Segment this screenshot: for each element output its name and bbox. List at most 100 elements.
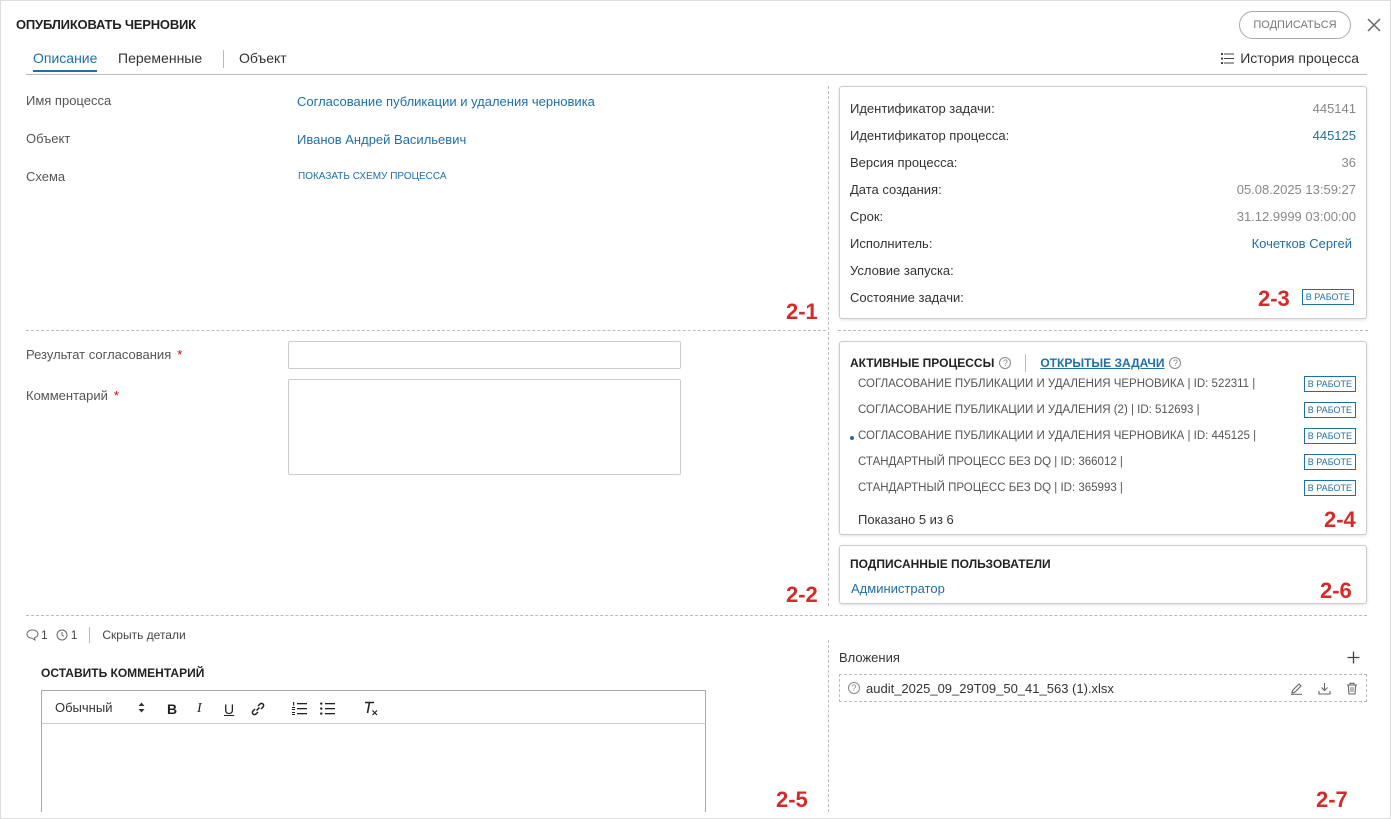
launch-condition-row: Условие запуска: xyxy=(850,263,1356,283)
dialog-title: ОПУБЛИКОВАТЬ ЧЕРНОВИК xyxy=(16,17,196,32)
comment-label: Комментарий * xyxy=(26,388,119,403)
section-divider-2 xyxy=(26,615,1367,616)
process-version-row: Версия процесса: 36 xyxy=(850,155,1356,175)
header-divider xyxy=(1025,354,1027,372)
annotation-2-7: 2-7 xyxy=(1316,787,1348,812)
attachments-title: Вложения xyxy=(839,650,900,665)
required-mark: * xyxy=(113,388,119,403)
task-id-label: Идентификатор задачи: xyxy=(850,101,995,116)
annotation-2-5: 2-5 xyxy=(776,787,808,812)
delete-icon[interactable] xyxy=(1346,682,1358,695)
process-item[interactable]: СОГЛАСОВАНИЕ ПУБЛИКАЦИИ И УДАЛЕНИЯ ЧЕРНО… xyxy=(850,376,1356,396)
open-tasks-tab[interactable]: ОТКРЫТЫЕ ЗАДАЧИ xyxy=(1040,356,1164,370)
underline-icon[interactable]: U xyxy=(224,701,234,717)
column-divider-bottom xyxy=(828,640,829,812)
process-item[interactable]: СТАНДАРТНЫЙ ПРОЦЕСС БЕЗ DQ | ID: 366012 … xyxy=(850,454,1356,474)
italic-icon[interactable]: I xyxy=(197,701,202,717)
process-history-button[interactable]: История процесса xyxy=(1221,50,1359,66)
task-id-row: Идентификатор задачи: 445141 xyxy=(850,101,1356,121)
section-divider-1-right xyxy=(838,330,1368,331)
process-item[interactable]: СТАНДАРТНЫЙ ПРОЦЕСС БЕЗ DQ | ID: 365993 … xyxy=(850,480,1356,500)
section-divider-1 xyxy=(26,330,826,331)
launch-condition-label: Условие запуска: xyxy=(850,263,954,278)
process-history-label: История процесса xyxy=(1240,50,1359,66)
annotation-2-3: 2-3 xyxy=(1258,286,1290,311)
processes-header: АКТИВНЫЕ ПРОЦЕССЫ ? ОТКРЫТЫЕ ЗАДАЧИ ? xyxy=(850,354,1182,372)
column-divider xyxy=(828,86,829,606)
hide-details-button[interactable]: Скрыть детали xyxy=(102,628,185,642)
task-info-card: Идентификатор задачи: 445141 Идентификат… xyxy=(839,86,1367,319)
subscribers-card: ПОДПИСАННЫЕ ПОЛЬЗОВАТЕЛИ Администратор 2… xyxy=(839,545,1367,604)
add-attachment-icon[interactable] xyxy=(1347,651,1360,664)
process-status-badge: В РАБОТЕ xyxy=(1303,402,1356,418)
process-item-name: СТАНДАРТНЫЙ ПРОЦЕСС БЕЗ DQ | ID: 366012 … xyxy=(858,456,1123,468)
tab-object[interactable]: Объект xyxy=(239,50,287,66)
clear-format-icon[interactable] xyxy=(363,701,379,716)
result-label-text: Результат согласования xyxy=(26,347,172,362)
assignee-link[interactable]: Кочетков Сергей xyxy=(1252,236,1352,251)
attachment-name[interactable]: audit_2025_09_29T09_50_41_563 (1).xlsx xyxy=(866,681,1114,696)
created-date-value: 05.08.2025 13:59:27 xyxy=(1236,182,1356,197)
annotation-2-2: 2-2 xyxy=(786,582,818,607)
help-icon[interactable]: ? xyxy=(1169,357,1182,369)
result-label: Результат согласования * xyxy=(26,347,182,362)
assignee-row: Исполнитель: Кочетков Сергей xyxy=(850,236,1356,256)
annotation-2-6: 2-6 xyxy=(1320,578,1352,603)
comment-textarea[interactable] xyxy=(288,379,681,475)
process-status-badge: В РАБОТЕ xyxy=(1303,428,1356,444)
subscriber-link[interactable]: Администратор xyxy=(851,581,945,596)
subscribe-button[interactable]: ПОДПИСАТЬСЯ xyxy=(1239,11,1351,39)
comment-label-text: Комментарий xyxy=(26,388,108,403)
history-count: 1 xyxy=(70,628,78,642)
process-id-label: Идентификатор процесса: xyxy=(850,128,1010,143)
text-style-select[interactable]: Обычный xyxy=(55,700,112,715)
bold-icon[interactable]: B xyxy=(167,701,177,717)
history-icon xyxy=(56,629,68,641)
attachment-item[interactable]: ? audit_2025_09_29T09_50_41_563 (1).xlsx xyxy=(839,674,1367,702)
process-status-badge: В РАБОТЕ xyxy=(1303,376,1356,392)
annotation-2-4: 2-4 xyxy=(1324,507,1356,532)
process-status-badge: В РАБОТЕ xyxy=(1303,454,1356,470)
task-state-badge: В РАБОТЕ xyxy=(1301,289,1354,305)
close-icon[interactable] xyxy=(1366,17,1384,35)
download-icon[interactable] xyxy=(1318,682,1331,695)
bullet-list-icon[interactable] xyxy=(320,702,335,715)
ordered-list-icon[interactable] xyxy=(292,702,307,715)
process-id-link[interactable]: 445125 xyxy=(1313,128,1356,143)
annotation-2-1: 2-1 xyxy=(786,299,818,324)
select-arrows-icon[interactable] xyxy=(138,702,145,713)
process-item-name: СОГЛАСОВАНИЕ ПУБЛИКАЦИИ И УДАЛЕНИЯ ЧЕРНО… xyxy=(858,378,1256,390)
deadline-value: 31.12.9999 03:00:00 xyxy=(1236,209,1356,224)
process-item[interactable]: СОГЛАСОВАНИЕ ПУБЛИКАЦИИ И УДАЛЕНИЯ (2) |… xyxy=(850,402,1356,422)
scheme-label: Схема xyxy=(26,169,66,184)
created-date-label: Дата создания: xyxy=(850,182,942,197)
link-icon[interactable] xyxy=(250,701,266,717)
required-mark: * xyxy=(177,347,183,362)
task-state-label: Состояние задачи: xyxy=(850,290,964,305)
process-item-name: СОГЛАСОВАНИЕ ПУБЛИКАЦИИ И УДАЛЕНИЯ ЧЕРНО… xyxy=(858,430,1257,442)
shown-count: Показано 5 из 6 xyxy=(858,512,954,527)
created-date-row: Дата создания: 05.08.2025 13:59:27 xyxy=(850,182,1356,202)
process-item-current[interactable]: СОГЛАСОВАНИЕ ПУБЛИКАЦИИ И УДАЛЕНИЯ ЧЕРНО… xyxy=(850,428,1356,448)
process-version-value: 36 xyxy=(1341,155,1356,170)
comment-icon xyxy=(26,629,39,641)
process-name-link[interactable]: Согласование публикации и удаления черно… xyxy=(297,94,595,109)
result-input[interactable] xyxy=(288,341,681,369)
edit-icon[interactable] xyxy=(1290,682,1303,695)
object-label: Объект xyxy=(26,131,71,146)
process-id-row: Идентификатор процесса: 445125 xyxy=(850,128,1356,148)
process-status-badge: В РАБОТЕ xyxy=(1303,480,1356,496)
show-scheme-link[interactable]: ПОКАЗАТЬ СХЕМУ ПРОЦЕССА xyxy=(298,171,447,182)
object-link[interactable]: Иванов Андрей Васильевич xyxy=(297,132,466,147)
file-info-icon: ? xyxy=(848,682,860,694)
comment-editor-body[interactable] xyxy=(41,724,706,812)
tab-description[interactable]: Описание xyxy=(33,50,98,72)
leave-comment-title: ОСТАВИТЬ КОММЕНТАРИЙ xyxy=(41,666,205,680)
help-icon[interactable]: ? xyxy=(999,357,1012,369)
tab-bar: Описание Переменные Объект История проце… xyxy=(26,48,1367,75)
editor-toolbar: Обычный B I U xyxy=(41,690,706,724)
process-name-label: Имя процесса xyxy=(26,93,112,108)
active-processes-title: АКТИВНЫЕ ПРОЦЕССЫ xyxy=(850,356,995,370)
process-version-label: Версия процесса: xyxy=(850,155,958,170)
tab-variables[interactable]: Переменные xyxy=(118,50,202,66)
